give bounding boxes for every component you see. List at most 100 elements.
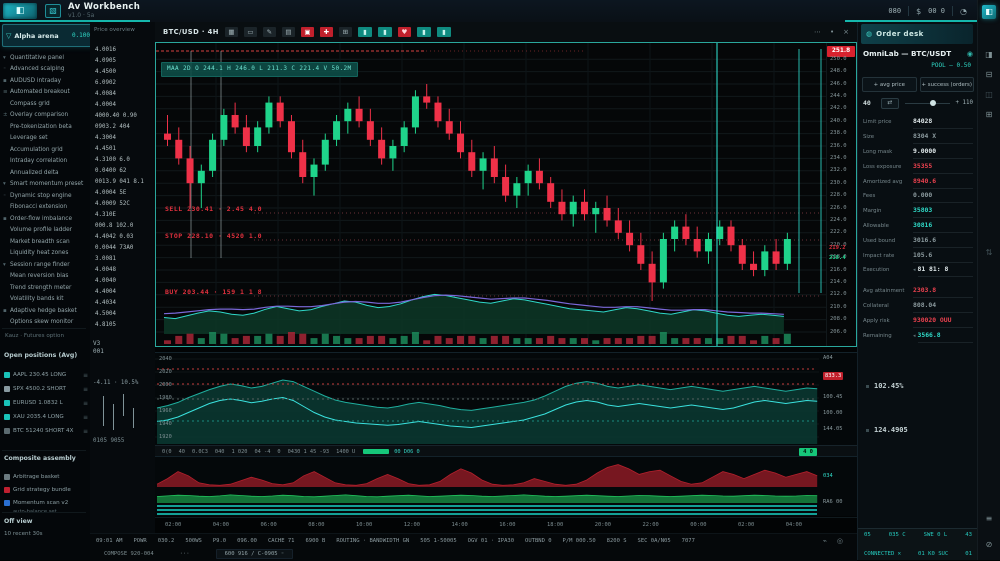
close-icon[interactable]: ×: [843, 28, 849, 36]
order-field-row[interactable]: Collateral808.04: [863, 299, 973, 314]
layout-icon[interactable]: ⊞: [339, 27, 352, 37]
indicator-icon[interactable]: ▮: [358, 27, 372, 37]
watchlist-item[interactable]: Intraday correlation: [3, 156, 88, 168]
positions-header[interactable]: Open positions (Avg): [4, 352, 77, 359]
panels-icon[interactable]: ◨: [982, 48, 996, 62]
watchlist-item[interactable]: Market breadth scan: [3, 236, 88, 248]
field-value[interactable]: 9.0000: [913, 145, 973, 159]
quote-value[interactable]: 4.4034: [95, 297, 153, 308]
record-icon[interactable]: ◎: [837, 537, 843, 545]
layers-icon[interactable]: ◫: [982, 88, 996, 102]
quote-value[interactable]: 4.4004: [95, 286, 153, 297]
quote-value[interactable]: 000.8 102.0: [95, 220, 153, 231]
stepper-icon[interactable]: ◂: [913, 333, 916, 339]
add-alert-icon[interactable]: ✚: [320, 27, 333, 37]
quote-value[interactable]: 0013.9 041 8.1: [95, 176, 153, 187]
main-chart[interactable]: MAA 2D O 244.1 H 246.0 L 211.3 C 221.4 V…: [155, 42, 857, 347]
position-row[interactable]: AAPL 230.45 LONG≡: [4, 368, 88, 382]
watchlist-item[interactable]: Volatility bands kit: [3, 294, 88, 306]
interval-icon[interactable]: ▭: [244, 27, 257, 37]
stepper-icon[interactable]: ◂: [913, 267, 916, 273]
quote-value[interactable]: 4.3004: [95, 132, 153, 143]
quote-value[interactable]: 4.4500: [95, 66, 153, 77]
field-value[interactable]: 81 81: 8: [918, 263, 973, 277]
mode-toggle[interactable]: ⇄: [881, 98, 899, 109]
order-field-row[interactable]: Size8304 X: [863, 130, 973, 145]
field-value[interactable]: 2303.8: [913, 284, 973, 298]
quote-value[interactable]: 4.310E: [95, 209, 153, 220]
draw-icon[interactable]: ✎: [263, 27, 276, 37]
watchlist-item[interactable]: ≡Automated breakout: [3, 87, 88, 99]
row-menu-icon[interactable]: ≡: [83, 400, 88, 407]
row-menu-icon[interactable]: ≡: [83, 372, 88, 379]
momentum-canvas[interactable]: [155, 457, 819, 516]
order-field-row[interactable]: Allowable30816: [863, 219, 973, 234]
grid-icon[interactable]: ⊞: [982, 108, 996, 122]
signal-icon[interactable]: ◉: [967, 50, 973, 58]
row-menu-icon[interactable]: ≡: [83, 386, 88, 393]
order-field-row[interactable]: Remaining◂3566.8: [863, 328, 973, 343]
field-value[interactable]: 8304 X: [913, 130, 973, 144]
slider-knob[interactable]: [930, 100, 936, 106]
quote-value[interactable]: 4.0009 52C: [95, 198, 153, 209]
grid-icon[interactable]: ▦: [225, 27, 238, 37]
watchlist-item[interactable]: ▾Session range finder: [3, 259, 88, 271]
order-field-row[interactable]: Amortized avg8940.6: [863, 174, 973, 189]
tab-avg-price[interactable]: + avg price: [862, 77, 917, 92]
watchlist-item[interactable]: ▪AUDUSD intraday: [3, 75, 88, 87]
quote-value[interactable]: 4.0048: [95, 264, 153, 275]
watchlist-item[interactable]: Volume profile ladder: [3, 225, 88, 237]
quote-value[interactable]: 0903.2 404: [95, 121, 153, 132]
quote-value[interactable]: 3.0081: [95, 253, 153, 264]
symbol-interval-selector[interactable]: BTC/USD · 4H: [163, 28, 219, 36]
watchlist-item[interactable]: ±Overlay comparison: [3, 110, 88, 122]
watchlist-item[interactable]: Fibonacci extension: [3, 202, 88, 214]
order-field-row[interactable]: Long mask9.0000: [863, 145, 973, 160]
position-row[interactable]: EURUSD 1.0832 L≡: [4, 396, 88, 410]
order-field-row[interactable]: Impact rate105.6: [863, 248, 973, 263]
watchlist-item[interactable]: Annualized delta: [3, 167, 88, 179]
order-panel-header[interactable]: ◍ Order desk: [861, 24, 973, 44]
oscillator-panel[interactable]: 2040202020001980196019401920 A04833.3100…: [155, 352, 857, 446]
indicator-icon[interactable]: ▮: [437, 27, 451, 37]
watchlist-item[interactable]: Pre-tokenization beta: [3, 121, 88, 133]
status-session-box[interactable]: 600 916 / C-0905 ◦: [216, 549, 294, 559]
workspace-badge-icon[interactable]: ▧: [45, 4, 61, 18]
currency-icon[interactable]: $: [916, 7, 921, 16]
order-field-row[interactable]: Avg attainment2303.8: [863, 284, 973, 299]
dot-icon[interactable]: •: [830, 28, 834, 36]
order-field-row[interactable]: Fees0.000: [863, 189, 973, 204]
list-icon[interactable]: ≡: [982, 512, 996, 526]
row-menu-icon[interactable]: ≡: [83, 428, 88, 435]
app-logo-icon[interactable]: ◧: [3, 3, 37, 19]
settings-icon[interactable]: ⊘: [982, 538, 996, 552]
quote-value[interactable]: 4.0016: [95, 44, 153, 55]
position-row[interactable]: SPX 4500.2 SHORT≡: [4, 382, 88, 396]
field-value[interactable]: 3016.6: [913, 234, 973, 248]
field-value[interactable]: 0.000: [913, 189, 973, 203]
field-value[interactable]: 105.6: [913, 249, 973, 263]
split-icon[interactable]: ⊟: [982, 68, 996, 82]
watchlist-item[interactable]: ◦Advanced scalping: [3, 64, 88, 76]
quote-value[interactable]: 4.4042 0.03: [95, 231, 153, 242]
watchlist-item[interactable]: Leverage set: [3, 133, 88, 145]
more-icon[interactable]: ⋯: [814, 28, 821, 36]
offview-header[interactable]: Off view: [4, 518, 33, 525]
assembly-header[interactable]: Composite assembly: [4, 455, 76, 462]
watchlist-item[interactable]: Accumulation grid: [3, 144, 88, 156]
quote-value[interactable]: 4.5004: [95, 308, 153, 319]
time-axis[interactable]: 02:0004:0006:0008:0010:0012:0014:0016:00…: [155, 517, 857, 531]
order-field-row[interactable]: Loss exposure35355: [863, 159, 973, 174]
app-active-icon[interactable]: ◧: [982, 5, 996, 19]
watchlist-item[interactable]: ▪Order-flow imbalance: [3, 213, 88, 225]
watchlist-item[interactable]: Trend strength meter: [3, 282, 88, 294]
watchlist-item[interactable]: Compass grid: [3, 98, 88, 110]
order-field-row[interactable]: Execution◂81 81: 8: [863, 263, 973, 278]
field-value[interactable]: 84028: [913, 115, 973, 129]
connection-icon[interactable]: ⌁: [823, 537, 827, 545]
field-value[interactable]: 8940.6: [913, 175, 973, 189]
quote-value[interactable]: 4.0004: [95, 99, 153, 110]
quote-value[interactable]: 4.3100 6.0: [95, 154, 153, 165]
quote-value[interactable]: 0.0044 73A0: [95, 242, 153, 253]
watchlist-item[interactable]: ▾Smart momentum preset: [3, 179, 88, 191]
